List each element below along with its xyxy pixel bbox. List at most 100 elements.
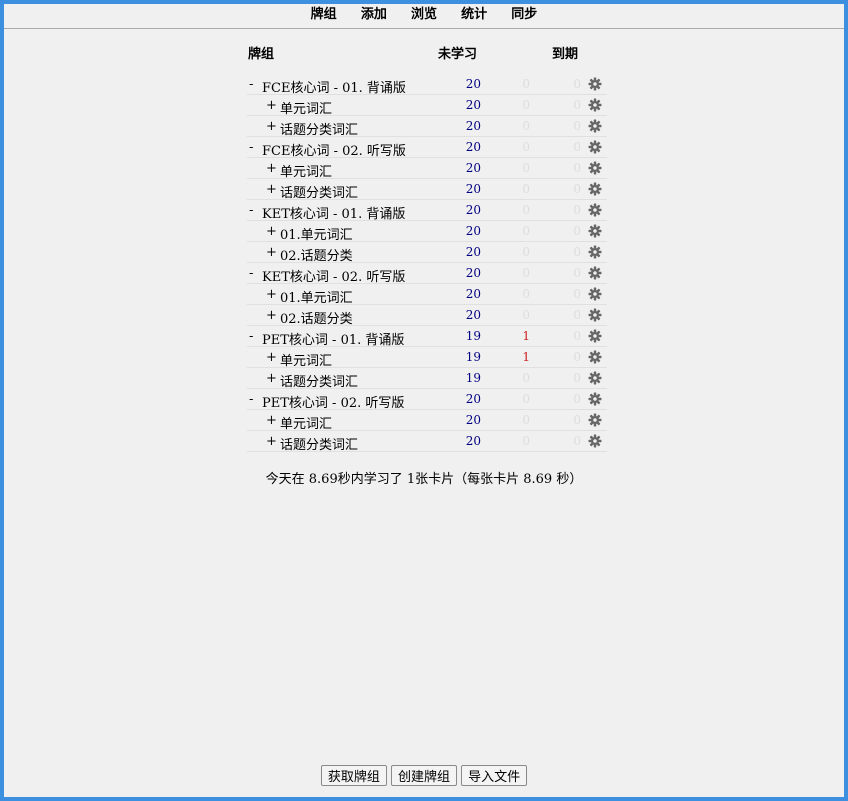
deck-name[interactable]: 话题分类词汇 [280, 182, 358, 201]
gear-icon[interactable] [588, 77, 602, 91]
gear-icon[interactable] [588, 119, 602, 133]
due-count: 0 [573, 329, 581, 343]
deck-row: +01.单元词汇 20 0 0 [247, 284, 607, 306]
new-count: 20 [465, 182, 481, 196]
deck-name[interactable]: 02.话题分类 [280, 308, 353, 327]
gear-icon[interactable] [588, 140, 602, 154]
deck-row: + 单元词汇 20 0 0 [247, 95, 607, 117]
deck-name[interactable]: 话题分类词汇 [280, 434, 358, 453]
collapse-toggle[interactable]: + [266, 245, 277, 260]
collapse-toggle[interactable]: + [266, 434, 277, 449]
due-count: 0 [573, 371, 581, 385]
due-count: 0 [573, 203, 581, 217]
gear-icon[interactable] [588, 182, 602, 196]
gear-icon[interactable] [588, 266, 602, 280]
new-count: 20 [465, 308, 481, 322]
gear-icon[interactable] [588, 161, 602, 175]
collapse-toggle[interactable]: + [266, 98, 277, 113]
learn-count: 0 [522, 434, 530, 448]
deck-row: - FCE核心词 - 01. 背诵版 20 0 0 [247, 74, 607, 96]
gear-icon[interactable] [588, 413, 602, 427]
learn-count: 0 [522, 161, 530, 175]
collapse-toggle[interactable]: + [266, 371, 277, 386]
deck-name[interactable]: 单元词汇 [280, 413, 332, 432]
learn-count: 0 [522, 119, 530, 133]
learn-count: 0 [522, 140, 530, 154]
deck-name[interactable]: 话题分类词汇 [280, 371, 358, 390]
header-new: 未学习 [438, 47, 478, 62]
gear-icon[interactable] [588, 434, 602, 448]
deck-row: + 单元词汇 19 1 0 [247, 347, 607, 369]
due-count: 0 [573, 245, 581, 259]
collapse-toggle[interactable]: + [266, 119, 277, 134]
gear-icon[interactable] [588, 98, 602, 112]
learn-count: 0 [522, 77, 530, 91]
gear-icon[interactable] [588, 287, 602, 301]
gear-icon[interactable] [588, 308, 602, 322]
new-count: 20 [465, 224, 481, 238]
deck-name[interactable]: 01.单元词汇 [280, 287, 353, 306]
deck-name[interactable]: 单元词汇 [280, 161, 332, 180]
gear-icon[interactable] [588, 329, 602, 343]
new-count: 19 [465, 371, 481, 385]
main-window: 牌组 添加 浏览 统计 同步 牌组 未学习 到期 - FCE核心词 - 01. 背… [4, 4, 844, 797]
gear-icon[interactable] [588, 203, 602, 217]
deck-name[interactable]: PET核心词 - 01. 背诵版 [262, 329, 404, 348]
deck-name[interactable]: FCE核心词 - 01. 背诵版 [262, 77, 406, 96]
nav-decks[interactable]: 牌组 [311, 4, 337, 26]
table-header: 牌组 未学习 到期 [247, 40, 607, 68]
toolbar: 牌组 添加 浏览 统计 同步 [4, 4, 844, 29]
create-deck-button[interactable]: 创建牌组 [390, 765, 457, 786]
deck-name[interactable]: KET核心词 - 01. 背诵版 [262, 203, 405, 222]
collapse-toggle[interactable]: - [249, 392, 253, 407]
due-count: 0 [573, 308, 581, 322]
deck-name[interactable]: PET核心词 - 02. 听写版 [262, 392, 404, 411]
collapse-toggle[interactable]: - [249, 140, 253, 155]
collapse-toggle[interactable]: - [249, 329, 253, 344]
deck-row: + 话题分类词汇 20 0 0 [247, 431, 607, 453]
nav-stats[interactable]: 统计 [461, 4, 487, 26]
deck-row: +01.单元词汇 20 0 0 [247, 221, 607, 243]
nav-add[interactable]: 添加 [361, 4, 387, 26]
collapse-toggle[interactable]: + [266, 308, 277, 323]
deck-table: 牌组 未学习 到期 - FCE核心词 - 01. 背诵版 20 0 0 + 单元词汇 20 0 0… [247, 40, 607, 453]
new-count: 20 [465, 392, 481, 406]
learn-count: 0 [522, 203, 530, 217]
collapse-toggle[interactable]: + [266, 182, 277, 197]
import-file-button[interactable]: 导入文件 [461, 765, 528, 786]
collapse-toggle[interactable]: + [266, 413, 277, 428]
deck-row: - FCE核心词 - 02. 听写版 20 0 0 [247, 137, 607, 159]
learn-count: 0 [522, 371, 530, 385]
new-count: 20 [465, 119, 481, 133]
deck-row: - PET核心词 - 02. 听写版 20 0 0 [247, 389, 607, 411]
collapse-toggle[interactable]: + [266, 161, 277, 176]
due-count: 0 [573, 350, 581, 364]
nav-browse[interactable]: 浏览 [411, 4, 437, 26]
collapse-toggle[interactable]: - [249, 77, 253, 92]
gear-icon[interactable] [588, 350, 602, 364]
deck-row: - KET核心词 - 02. 听写版 20 0 0 [247, 263, 607, 285]
collapse-toggle[interactable]: - [249, 203, 253, 218]
nav-sync[interactable]: 同步 [511, 4, 537, 26]
collapse-toggle[interactable]: + [266, 350, 277, 365]
due-count: 0 [573, 161, 581, 175]
gear-icon[interactable] [588, 245, 602, 259]
deck-name[interactable]: 话题分类词汇 [280, 119, 358, 138]
gear-icon[interactable] [588, 224, 602, 238]
due-count: 0 [573, 77, 581, 91]
deck-name[interactable]: 单元词汇 [280, 98, 332, 117]
get-shared-button[interactable]: 获取牌组 [320, 765, 387, 786]
gear-icon[interactable] [588, 392, 602, 406]
gear-icon[interactable] [588, 371, 602, 385]
due-count: 0 [573, 224, 581, 238]
deck-name[interactable]: 单元词汇 [280, 350, 332, 369]
collapse-toggle[interactable]: + [266, 287, 277, 302]
due-count: 0 [573, 434, 581, 448]
due-count: 0 [573, 413, 581, 427]
deck-name[interactable]: KET核心词 - 02. 听写版 [262, 266, 405, 285]
deck-name[interactable]: 01.单元词汇 [280, 224, 353, 243]
collapse-toggle[interactable]: - [249, 266, 253, 281]
collapse-toggle[interactable]: + [266, 224, 277, 239]
deck-name[interactable]: 02.话题分类 [280, 245, 353, 264]
deck-name[interactable]: FCE核心词 - 02. 听写版 [262, 140, 406, 159]
